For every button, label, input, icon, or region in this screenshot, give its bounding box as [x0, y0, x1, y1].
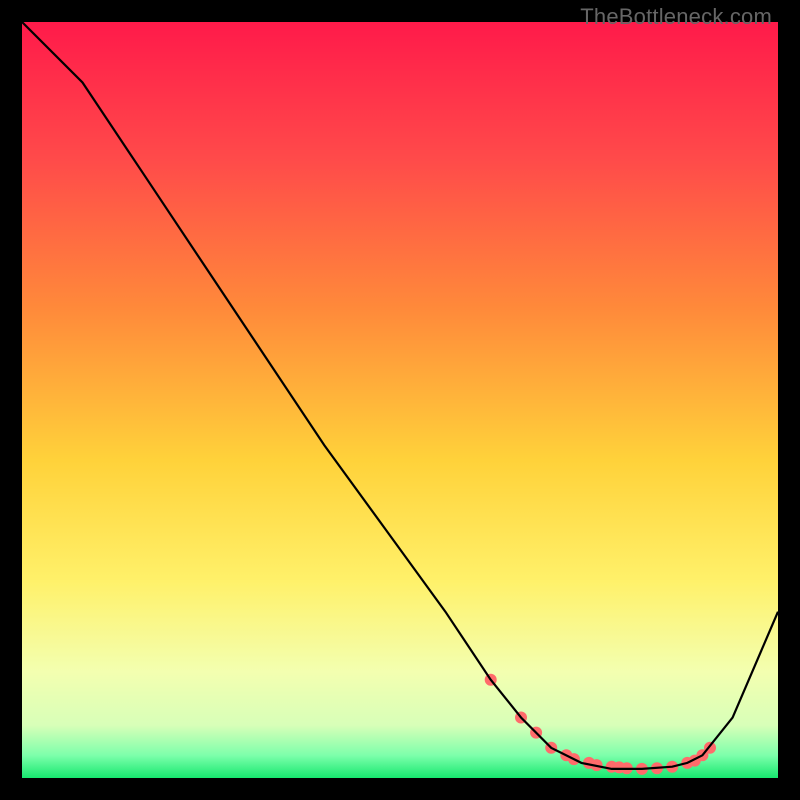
watermark-text: TheBottleneck.com: [580, 4, 772, 30]
chart-frame: [22, 22, 778, 778]
gradient-background: [22, 22, 778, 778]
chart-svg: [22, 22, 778, 778]
